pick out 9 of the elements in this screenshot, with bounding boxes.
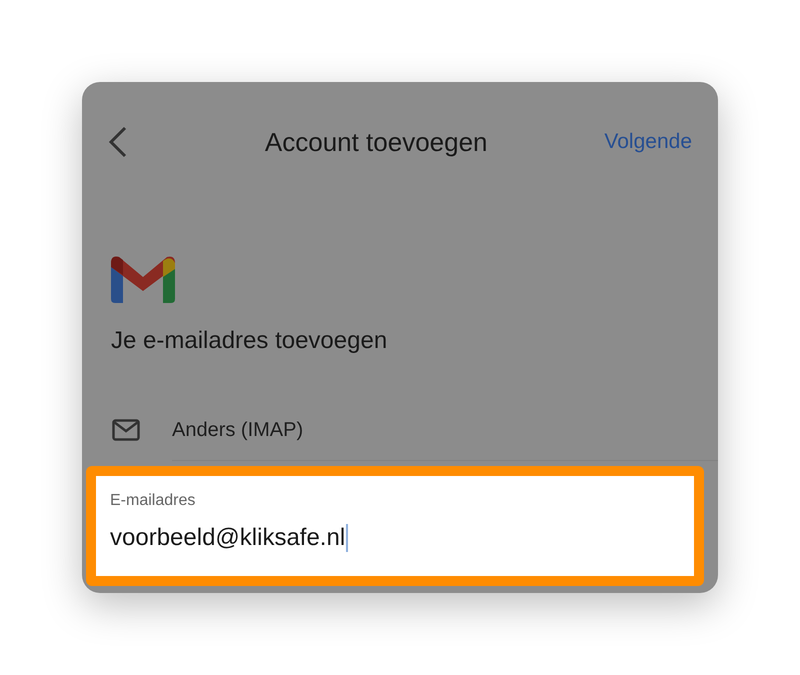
envelope-icon	[112, 419, 140, 441]
field-value: voorbeeld@kliksafe.nl	[110, 524, 346, 552]
screen-heading: Je e-mailadres toevoegen	[111, 327, 388, 355]
option-label[interactable]: Anders (IMAP)	[172, 418, 304, 442]
field-label: E-mailadres	[110, 492, 196, 510]
screen-title: Account toevoegen	[264, 126, 489, 158]
email-field[interactable]: E-mailadres voorbeeld@kliksafe.nl	[96, 476, 694, 576]
back-icon[interactable]	[108, 126, 128, 158]
mail-logo-icon	[111, 255, 175, 303]
